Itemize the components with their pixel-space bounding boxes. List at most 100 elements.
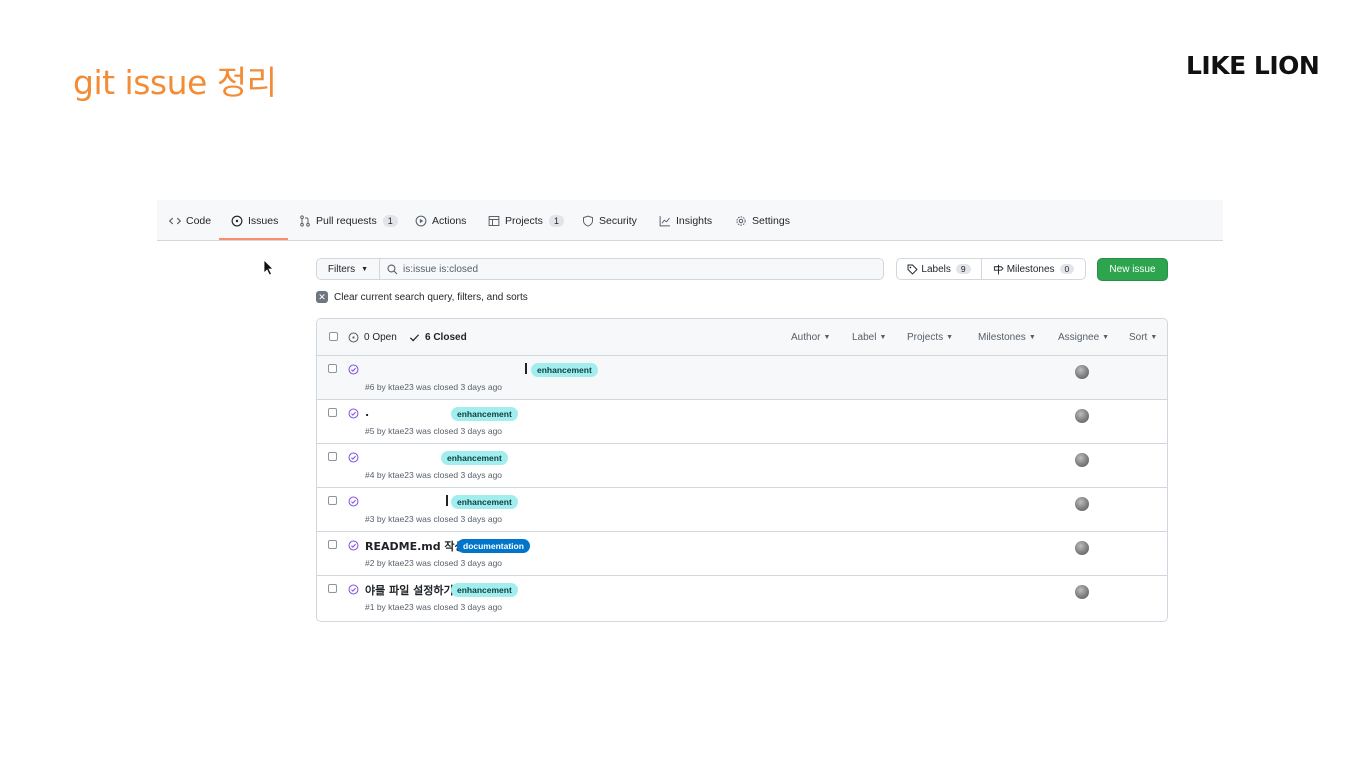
chevron-down-icon: ▼	[1102, 334, 1110, 341]
issue-row[interactable]: enhancement #3 by ktae23 was closed 3 da…	[317, 488, 1167, 532]
closed-issues-filter[interactable]: 6 Closed	[409, 319, 467, 356]
assignee-filter-label: Assignee	[1058, 332, 1100, 343]
label-filter-dropdown[interactable]: Label ▼	[852, 319, 886, 356]
issue-label-documentation[interactable]: documentation	[457, 539, 530, 553]
tab-label: Security	[599, 214, 637, 227]
tab-projects[interactable]: Projects 1	[488, 200, 564, 241]
assignee-filter-dropdown[interactable]: Assignee ▼	[1058, 319, 1109, 356]
tab-label: Code	[186, 214, 212, 227]
graph-icon	[659, 215, 671, 227]
milestone-icon	[993, 264, 1004, 275]
chevron-down-icon: ▼	[361, 265, 369, 273]
chevron-down-icon: ▼	[1028, 334, 1036, 341]
gear-icon	[735, 215, 747, 227]
issue-checkbox[interactable]	[328, 408, 337, 417]
issue-closed-icon	[348, 364, 359, 375]
issue-checkbox[interactable]	[328, 364, 337, 373]
issue-title-link[interactable]: .	[365, 406, 369, 419]
pull-request-icon	[299, 214, 311, 227]
issue-closed-icon	[348, 408, 359, 419]
issue-label-enhancement[interactable]: enhancement	[441, 451, 508, 465]
tab-label: Pull requests	[316, 214, 377, 227]
pull-requests-count: 1	[382, 214, 398, 227]
issue-checkbox[interactable]	[328, 452, 337, 461]
issue-opened-icon	[348, 332, 359, 343]
assignee-avatar[interactable]	[1075, 497, 1089, 511]
label-filter-label: Label	[852, 332, 877, 343]
labels-milestones-group: Labels 9 Milestones 0	[896, 258, 1086, 280]
issue-checkbox[interactable]	[328, 540, 337, 549]
milestones-count: 0	[1059, 264, 1075, 274]
assignee-avatar[interactable]	[1075, 365, 1089, 379]
issue-filter-bar: Filters ▼	[316, 258, 884, 280]
issue-meta: #4 by ktae23 was closed 3 days ago	[365, 470, 503, 480]
issue-row[interactable]: enhancement #4 by ktae23 was closed 3 da…	[317, 444, 1167, 488]
issue-label-enhancement[interactable]: enhancement	[451, 495, 518, 509]
projects-filter-label: Projects	[907, 332, 944, 343]
assignee-avatar[interactable]	[1075, 541, 1089, 555]
sort-dropdown[interactable]: Sort ▼	[1129, 319, 1157, 356]
milestones-button[interactable]: Milestones 0	[982, 259, 1085, 279]
table-icon	[488, 215, 500, 227]
labels-button[interactable]: Labels 9	[897, 259, 982, 279]
assignee-avatar[interactable]	[1075, 409, 1089, 423]
clear-search-query-link[interactable]: ✕ Clear current search query, filters, a…	[316, 291, 528, 303]
projects-filter-dropdown[interactable]: Projects ▼	[907, 319, 953, 356]
selected-tab-underline	[219, 238, 288, 240]
tab-code[interactable]: Code	[169, 200, 211, 241]
issue-meta: #2 by ktae23 was closed 3 days ago	[365, 558, 503, 568]
labels-label: Labels	[921, 263, 951, 275]
issue-closed-icon	[348, 452, 359, 463]
author-filter-label: Author	[791, 332, 821, 343]
tab-insights[interactable]: Insights	[659, 200, 712, 241]
issue-closed-icon	[348, 540, 359, 551]
search-input[interactable]	[398, 259, 883, 279]
brand-logo: LIKE LION	[1186, 51, 1320, 80]
issues-list: 0 Open 6 Closed Author ▼ Label ▼ Projects ▼…	[316, 318, 1168, 622]
sort-label: Sort	[1129, 332, 1148, 343]
issue-meta: #6 by ktae23 was closed 3 days ago	[365, 382, 503, 392]
chevron-down-icon: ▼	[879, 334, 887, 341]
close-icon: ✕	[316, 291, 328, 303]
repo-nav: Code Issues Pull requests 1 Actions Proj…	[157, 200, 1223, 241]
issue-title-link[interactable]: README.md 작성	[365, 538, 465, 554]
issue-label-enhancement[interactable]: enhancement	[531, 363, 598, 377]
issue-label-enhancement[interactable]: enhancement	[451, 407, 518, 421]
milestones-filter-dropdown[interactable]: Milestones ▼	[978, 319, 1036, 356]
clear-query-text: Clear current search query, filters, and…	[334, 291, 528, 303]
issue-checkbox[interactable]	[328, 584, 337, 593]
milestones-label: Milestones	[1006, 263, 1055, 275]
issue-meta: #5 by ktae23 was closed 3 days ago	[365, 426, 503, 436]
projects-count: 1	[548, 214, 564, 227]
tab-label: Actions	[432, 214, 467, 227]
tab-security[interactable]: Security	[582, 200, 637, 241]
issue-checkbox[interactable]	[328, 496, 337, 505]
assignee-avatar[interactable]	[1075, 453, 1089, 467]
tag-icon	[907, 264, 919, 275]
issue-row[interactable]: README.md 작성 documentation #2 by ktae23 …	[317, 532, 1167, 576]
tab-label: Projects	[505, 214, 543, 227]
milestones-filter-label: Milestones	[978, 332, 1026, 343]
tab-issues[interactable]: Issues	[231, 200, 278, 241]
issue-row[interactable]: . enhancement #5 by ktae23 was closed 3 …	[317, 400, 1167, 444]
issue-row[interactable]: enhancement #6 by ktae23 was closed 3 da…	[317, 356, 1167, 400]
issue-row[interactable]: 야믈 파일 설정하기 enhancement #1 by ktae23 was …	[317, 576, 1167, 620]
open-issues-filter[interactable]: 0 Open	[348, 319, 397, 356]
select-all-checkbox[interactable]	[329, 332, 338, 341]
closed-count: 6 Closed	[425, 332, 467, 343]
chevron-down-icon: ▼	[823, 334, 831, 341]
tab-actions[interactable]: Actions	[415, 200, 466, 241]
filters-dropdown-button[interactable]: Filters ▼	[317, 259, 380, 279]
new-issue-button[interactable]: New issue	[1097, 258, 1168, 281]
author-filter-dropdown[interactable]: Author ▼	[791, 319, 830, 356]
assignee-avatar[interactable]	[1075, 585, 1089, 599]
tab-label: Insights	[676, 214, 713, 227]
tab-pull-requests[interactable]: Pull requests 1	[299, 200, 398, 241]
issue-title-link[interactable]: 야믈 파일 설정하기	[365, 582, 454, 598]
play-icon	[415, 215, 427, 227]
slide-title: git issue 정리	[73, 63, 277, 102]
chevron-down-icon: ▼	[1150, 334, 1158, 341]
check-icon	[409, 332, 420, 343]
tab-settings[interactable]: Settings	[735, 200, 790, 241]
issue-label-enhancement[interactable]: enhancement	[451, 583, 518, 597]
